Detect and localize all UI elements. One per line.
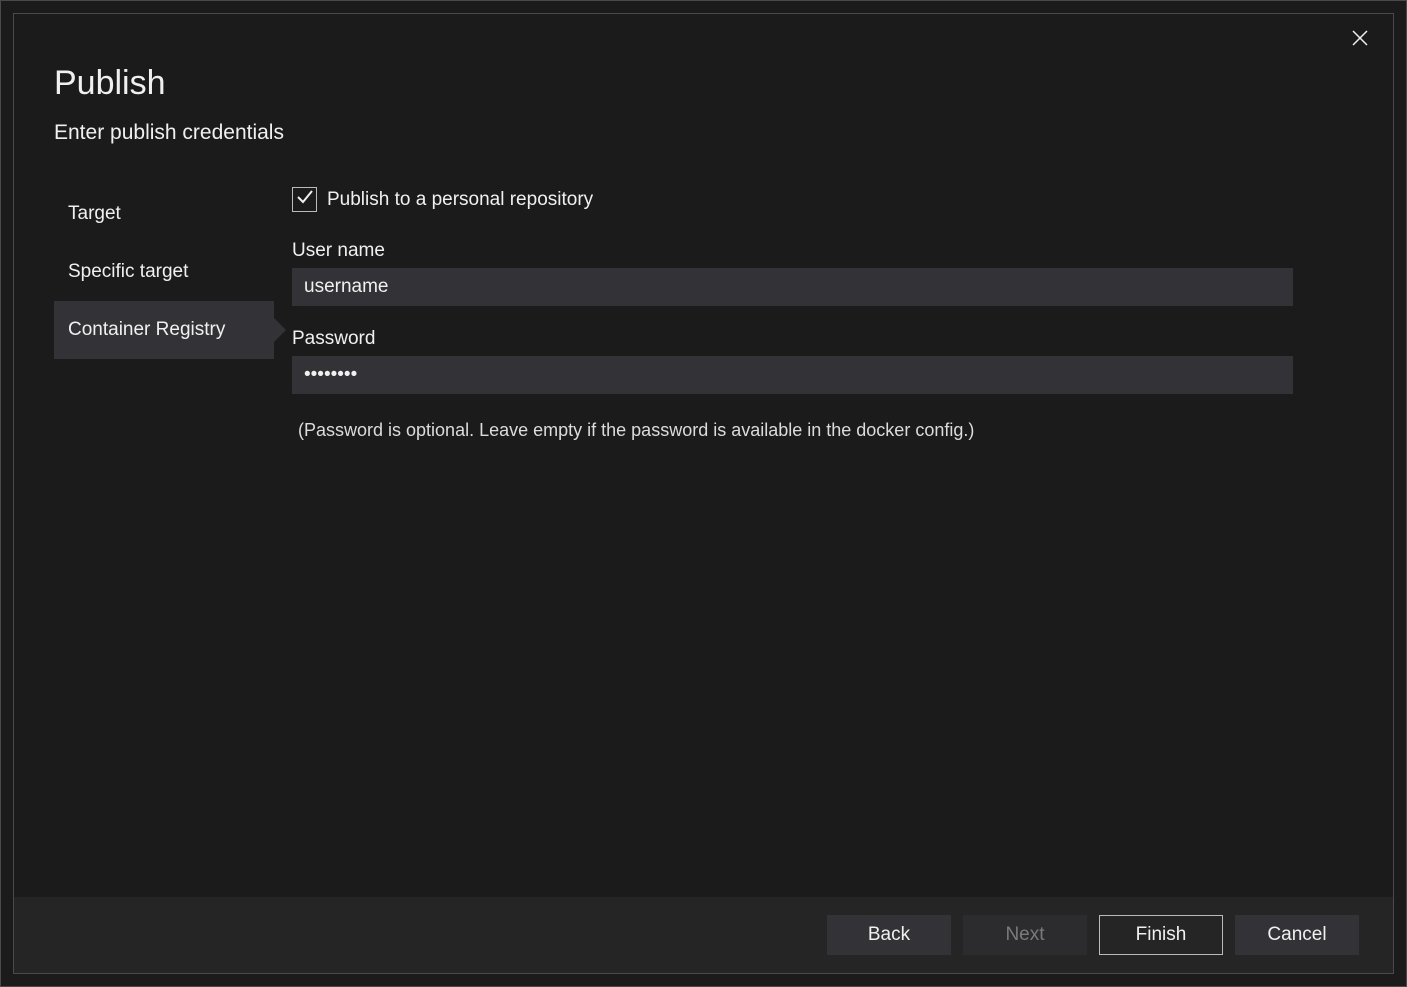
- dialog-title: Publish: [54, 64, 1353, 103]
- username-label: User name: [292, 240, 1293, 262]
- dialog-subtitle: Enter publish credentials: [54, 121, 1353, 145]
- username-input[interactable]: [292, 268, 1293, 306]
- finish-button[interactable]: Finish: [1099, 915, 1223, 955]
- cancel-button[interactable]: Cancel: [1235, 915, 1359, 955]
- personal-repository-label: Publish to a personal repository: [327, 189, 593, 211]
- wizard-sidebar: Target Specific target Container Registr…: [54, 185, 274, 441]
- sidebar-item-label: Container Registry: [68, 319, 225, 340]
- personal-repository-checkbox[interactable]: [292, 187, 317, 212]
- next-button: Next: [963, 915, 1087, 955]
- sidebar-item-container-registry[interactable]: Container Registry: [54, 301, 274, 359]
- password-helper-text: (Password is optional. Leave empty if th…: [292, 420, 1293, 441]
- check-icon: [296, 188, 314, 211]
- password-label: Password: [292, 328, 1293, 350]
- sidebar-item-target[interactable]: Target: [54, 185, 274, 243]
- close-icon: [1352, 26, 1368, 52]
- close-button[interactable]: [1345, 24, 1375, 54]
- password-input[interactable]: [292, 356, 1293, 394]
- sidebar-item-specific-target[interactable]: Specific target: [54, 243, 274, 301]
- sidebar-item-label: Target: [68, 203, 121, 224]
- sidebar-item-label: Specific target: [68, 261, 188, 282]
- back-button[interactable]: Back: [827, 915, 951, 955]
- dialog-footer: Back Next Finish Cancel: [14, 897, 1393, 973]
